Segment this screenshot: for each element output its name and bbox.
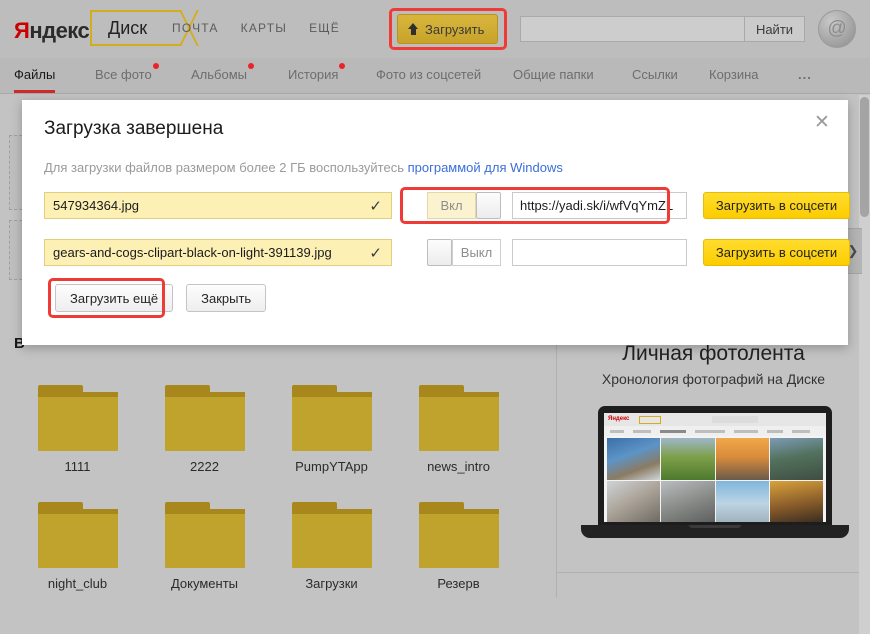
- nav-mail[interactable]: ПОЧТА: [172, 21, 219, 35]
- user-avatar-icon[interactable]: @: [818, 10, 856, 48]
- promo-title: Личная фотолента: [622, 342, 805, 365]
- laptop-photostream-illustration: Яндекс: [581, 406, 849, 556]
- new-badge-dot-icon: [339, 63, 346, 69]
- folder-name: Документы: [170, 576, 238, 591]
- header-nav: ПОЧТА КАРТЫ ЕЩЁ: [172, 21, 340, 35]
- publish-toggle[interactable]: Вкл: [427, 192, 501, 219]
- folder-name: 1111: [64, 459, 91, 474]
- close-icon[interactable]: ✕: [812, 113, 832, 134]
- search-button[interactable]: Найти: [744, 17, 804, 41]
- nav-maps[interactable]: КАРТЫ: [241, 21, 287, 35]
- file-name-text: 547934364.jpg: [53, 198, 140, 213]
- folder-grid: 1111 2222 PumpYTApp news_intro night_clu…: [14, 385, 544, 591]
- yandex-disk-page: Яндекс Диск ПОЧТА КАРТЫ ЕЩЁ Загрузить На…: [0, 0, 870, 634]
- promo-divider: [557, 572, 870, 573]
- service-badge-disk[interactable]: Диск: [90, 10, 199, 46]
- tab-files[interactable]: Файлы: [14, 67, 56, 93]
- upload-complete-dialog: ✕ Загрузка завершена Для загрузки файлов…: [22, 100, 850, 345]
- promo-subtitle: Хронология фотографий на Диске: [601, 371, 826, 387]
- dialog-note-text: Для загрузки файлов размером более 2 ГБ …: [44, 160, 408, 175]
- folder-icon: [291, 385, 372, 451]
- folder-icon: [37, 502, 118, 568]
- file-name-field: 547934364.jpg ✓: [44, 192, 392, 219]
- folder-item[interactable]: 1111: [14, 385, 141, 474]
- folder-item[interactable]: night_club: [14, 502, 141, 591]
- upload-button-highlight: [389, 8, 507, 50]
- tab-all-photos[interactable]: Все фото: [95, 63, 159, 82]
- dialog-note: Для загрузки файлов размером более 2 ГБ …: [44, 160, 563, 175]
- folder-name: news_intro: [427, 459, 490, 474]
- yandex-logo[interactable]: Яндекс: [14, 18, 90, 44]
- tab-bar: Файлы Все фото Альбомы История Фото из с…: [0, 58, 870, 94]
- file-name-text: gears-and-cogs-clipart-black-on-light-39…: [53, 245, 332, 260]
- folder-item[interactable]: news_intro: [395, 385, 522, 474]
- folder-name: Загрузки: [305, 576, 358, 591]
- tab-active-underline: [14, 90, 56, 93]
- folder-item[interactable]: PumpYTApp: [268, 385, 395, 474]
- tab-label: Файлы: [14, 67, 56, 82]
- tab-albums[interactable]: Альбомы: [191, 63, 254, 82]
- folder-item[interactable]: Резерв: [395, 502, 522, 591]
- page-scrollbar-thumb[interactable]: [860, 97, 869, 217]
- folder-icon: [418, 385, 499, 451]
- tab-label: Все фото: [95, 67, 152, 82]
- toggle-knob[interactable]: [476, 192, 501, 219]
- service-badge-label: Диск: [108, 17, 148, 38]
- tab-social-photos[interactable]: Фото из соцсетей: [376, 67, 481, 82]
- folder-icon: [164, 502, 245, 568]
- laptop-logo: Яндекс: [608, 416, 630, 422]
- tab-trash[interactable]: Корзина: [709, 67, 759, 82]
- folder-name: 2222: [190, 459, 219, 474]
- folder-icon: [37, 385, 118, 451]
- toggle-knob[interactable]: [427, 239, 452, 266]
- tab-shared-folders[interactable]: Общие папки: [513, 67, 594, 82]
- publish-toggle[interactable]: Выкл: [427, 239, 501, 266]
- toggle-label: Вкл: [427, 192, 476, 219]
- share-link-input[interactable]: [512, 192, 687, 219]
- new-badge-dot-icon: [248, 63, 254, 69]
- promo-panel: Личная фотолента Хронология фотографий н…: [556, 336, 870, 598]
- upload-more-button[interactable]: Загрузить ещё: [55, 284, 174, 312]
- tab-history[interactable]: История: [288, 63, 346, 82]
- tab-label: История: [288, 67, 339, 82]
- dialog-footer: Загрузить ещё Закрыть: [55, 284, 267, 312]
- folder-item[interactable]: 2222: [141, 385, 268, 474]
- share-to-social-button[interactable]: Загрузить в соцсети: [703, 192, 850, 219]
- folder-item[interactable]: Загрузки: [268, 502, 395, 591]
- top-header: Яндекс Диск ПОЧТА КАРТЫ ЕЩЁ Загрузить На…: [0, 0, 870, 58]
- folder-icon: [418, 502, 499, 568]
- share-link-input[interactable]: [512, 239, 687, 266]
- check-mark-icon: ✓: [369, 198, 382, 215]
- nav-more[interactable]: ЕЩЁ: [309, 21, 340, 35]
- check-mark-icon: ✓: [369, 245, 382, 262]
- folder-item[interactable]: Документы: [141, 502, 268, 591]
- new-badge-dot-icon: [152, 63, 159, 69]
- tab-label: Альбомы: [191, 67, 247, 82]
- folder-icon: [164, 385, 245, 451]
- logo-first-letter: Я: [14, 18, 30, 43]
- tab-more-overflow[interactable]: ...: [798, 67, 812, 82]
- share-to-social-button[interactable]: Загрузить в соцсети: [703, 239, 850, 266]
- search-input[interactable]: [521, 17, 744, 41]
- folder-name: Резерв: [437, 576, 480, 591]
- folder-name: PumpYTApp: [295, 459, 368, 474]
- search-box: Найти: [520, 16, 805, 42]
- file-name-field: gears-and-cogs-clipart-black-on-light-39…: [44, 239, 392, 266]
- close-dialog-button[interactable]: Закрыть: [186, 284, 267, 312]
- dialog-title: Загрузка завершена: [44, 118, 224, 139]
- windows-app-link[interactable]: программой для Windows: [408, 160, 563, 175]
- folder-name: night_club: [47, 576, 108, 591]
- toggle-label: Выкл: [452, 239, 501, 266]
- folder-icon: [291, 502, 372, 568]
- logo-rest: ндекс: [29, 18, 90, 43]
- tab-links[interactable]: Ссылки: [632, 67, 678, 82]
